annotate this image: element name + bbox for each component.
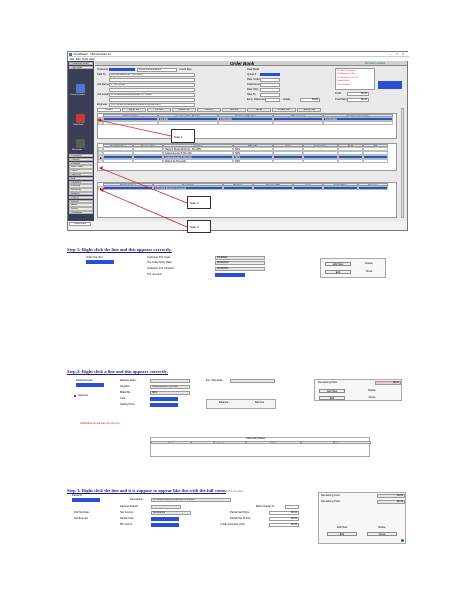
step2-est-ship-date-field[interactable] bbox=[230, 379, 275, 383]
step2-release-date-field[interactable] bbox=[150, 379, 190, 383]
step1-delete-button[interactable]: Delete bbox=[356, 262, 382, 266]
step3-partial-cost-label: Partial Cost: bbox=[120, 517, 135, 520]
step2-cost-redacted bbox=[150, 397, 178, 401]
step2-remaining-price-label: Remaining Price: bbox=[318, 381, 338, 384]
arrowhead-step-2 bbox=[99, 166, 103, 170]
step2-selling-price-redacted bbox=[150, 403, 178, 407]
arrow-step-1 bbox=[97, 119, 172, 137]
step1-po-amount-redacted bbox=[215, 273, 245, 277]
step3-partial-label: Partial #: bbox=[72, 494, 83, 497]
step2-detail-number-redacted bbox=[76, 383, 104, 387]
step3-back-charge-label: Back Charge %: bbox=[256, 505, 275, 508]
step3-tax-county-label: Tax County: bbox=[120, 511, 134, 514]
step2-remaining-price-field[interactable]: $0.00 bbox=[375, 380, 401, 385]
step2-selling-price-label: Selling Price: bbox=[120, 403, 136, 406]
step1-button-panel: Add New Delete Edit Close bbox=[320, 258, 386, 278]
step1-order-number-redacted bbox=[86, 260, 114, 264]
step2-button-panel: Remaining Price: $0.00 Add New Delete Ed… bbox=[314, 379, 402, 401]
arrow-step-3 bbox=[100, 189, 188, 228]
step-1-dialog: Order Number: Customer P.O. Date: 2/14/2… bbox=[80, 255, 420, 283]
step3-description-label: Description: bbox=[130, 498, 144, 501]
step1-entry-date-label: Our Order Entry Date: bbox=[147, 261, 173, 264]
step3-partial-tax-label: Partial Tax (5.0%): bbox=[230, 517, 252, 520]
step2-est-ship-date-label: Est. Ship Date: bbox=[206, 379, 224, 382]
step1-po-amount-label: P.O. Amount: bbox=[147, 273, 163, 276]
step3-tax-county-field[interactable]: Tax Exempt bbox=[151, 511, 191, 515]
step3-havens-salesp-label: Havens SalesP: bbox=[120, 505, 139, 508]
step2-supplier-label: Supplier: bbox=[120, 385, 131, 388]
step3-edit-button[interactable]: Edit bbox=[327, 532, 357, 536]
step-2-dialog: Detail Number: Approver Release Date: Es… bbox=[70, 377, 410, 457]
step3-back-charge-field[interactable] bbox=[285, 505, 299, 509]
step1-edit-button[interactable]: Edit bbox=[325, 270, 351, 274]
step2-close-button[interactable]: Close bbox=[359, 396, 385, 400]
step3-remaining-cost-field[interactable]: $0.00 bbox=[377, 494, 405, 498]
step2-balance-label: Balance bbox=[219, 401, 229, 404]
step1-add-new-button[interactable]: Add New bbox=[325, 262, 351, 266]
step1-po-number-label: Customer P.O. Number: bbox=[147, 267, 175, 270]
step2-add-new-button[interactable]: Add New bbox=[319, 389, 345, 393]
step2-billed-by-field[interactable]: SRS bbox=[150, 391, 190, 395]
arrow-step-2 bbox=[99, 167, 188, 204]
step2-balance-panel: Balance Bal Due bbox=[206, 399, 276, 409]
step2-bal-due-label: Bal Due bbox=[255, 401, 265, 404]
step1-entry-date-field[interactable]: 01/09/2020 bbox=[215, 261, 265, 265]
step3-remaining-cost-label: Remaining Cost: bbox=[321, 494, 341, 497]
step2-delete-button[interactable]: Delete bbox=[359, 389, 385, 393]
step2-billed-by-label: Billed By: bbox=[120, 391, 131, 394]
submittal-column-header: Sent bbox=[151, 441, 191, 445]
step3-close-button[interactable]: Close bbox=[367, 532, 397, 536]
step3-old-tax-rate-label: Old Tax Rate: bbox=[74, 511, 90, 514]
step3-remaining-price-label: Remaining Price: bbox=[321, 500, 341, 503]
step2-notification-text: Notification Email was not sent yet bbox=[80, 422, 120, 425]
step3-remaining-price-field[interactable]: $0.00 bbox=[377, 500, 405, 504]
step3-partial-cost-redacted bbox=[151, 517, 179, 521]
step2-submittal-title: Submittal Status bbox=[246, 437, 265, 440]
step2-detail-number-label: Detail Number: bbox=[76, 379, 94, 382]
step3-mfr-comm-redacted bbox=[151, 523, 179, 527]
step3-resize-grip-icon bbox=[401, 539, 404, 542]
step2-approver-label: Approver bbox=[78, 394, 89, 397]
step3-mfr-comm-label: Mfr Comm: bbox=[120, 523, 133, 526]
arrowhead-step-1 bbox=[97, 118, 101, 122]
step-3-dialog: Partial #: Take From Inventory Descripti… bbox=[70, 490, 410, 544]
step3-partial-redacted bbox=[72, 498, 100, 502]
step1-order-number-label: Order Number: bbox=[86, 256, 104, 259]
step3-partial-sell-price-field[interactable]: $0.00 bbox=[269, 511, 299, 515]
step2-edit-button[interactable]: Edit bbox=[319, 396, 345, 400]
step3-add-new-button[interactable]: Add New bbox=[327, 526, 357, 530]
step3-description-field[interactable]: 31 United Enertech Louvered Penthouse bbox=[151, 498, 231, 502]
step2-approver-checkbox[interactable] bbox=[74, 394, 76, 397]
step2-submittal-panel: Submittal Status Sent Received Status Notes bbox=[150, 437, 371, 457]
step3-take-from-inventory-label: Take From Inventory bbox=[220, 490, 244, 493]
step2-submittal-header: Sent Received Status Notes bbox=[151, 441, 371, 445]
step3-havens-salesp-field[interactable] bbox=[151, 505, 181, 509]
step1-po-date-field[interactable]: 2/14/2020 bbox=[215, 256, 265, 260]
step-2-heading: Step 2: Right click a line and this appe… bbox=[67, 369, 168, 374]
step3-partial-tax-field[interactable]: $0.00 bbox=[269, 517, 299, 521]
submittal-column-header: Notes bbox=[301, 441, 371, 445]
step3-delete-button[interactable]: Delete bbox=[367, 526, 397, 530]
submittal-column-header: Status bbox=[246, 441, 301, 445]
step3-tax-exempt-label: Tax Exempt: bbox=[74, 517, 89, 520]
step1-po-number-field[interactable]: 01/09/2020 bbox=[215, 267, 265, 271]
step-3-heading: Step 3: Right click the line and it is s… bbox=[67, 488, 227, 493]
step1-close-button[interactable]: Close bbox=[356, 270, 382, 274]
step-1-heading: Step 1: Right click the line and this ap… bbox=[67, 247, 172, 252]
step2-supplier-field[interactable]: United Enertech (ID+101) bbox=[150, 385, 190, 389]
step2-cost-label: Cost: bbox=[120, 397, 127, 400]
step3-partial-sell-price-label: Partial Sell Price: bbox=[230, 511, 250, 514]
step3-button-panel: Remaining Cost: $0.00 Remaining Price: $… bbox=[318, 492, 406, 544]
step1-po-date-label: Customer P.O. Date: bbox=[147, 256, 171, 259]
step3-credit-card-fee-label: Credit Card Fee (3%): bbox=[220, 523, 246, 526]
submittal-column-header: Received bbox=[191, 441, 246, 445]
step3-credit-card-fee-field[interactable]: $0.00 bbox=[269, 523, 299, 527]
step2-release-date-label: Release Date: bbox=[120, 379, 137, 382]
